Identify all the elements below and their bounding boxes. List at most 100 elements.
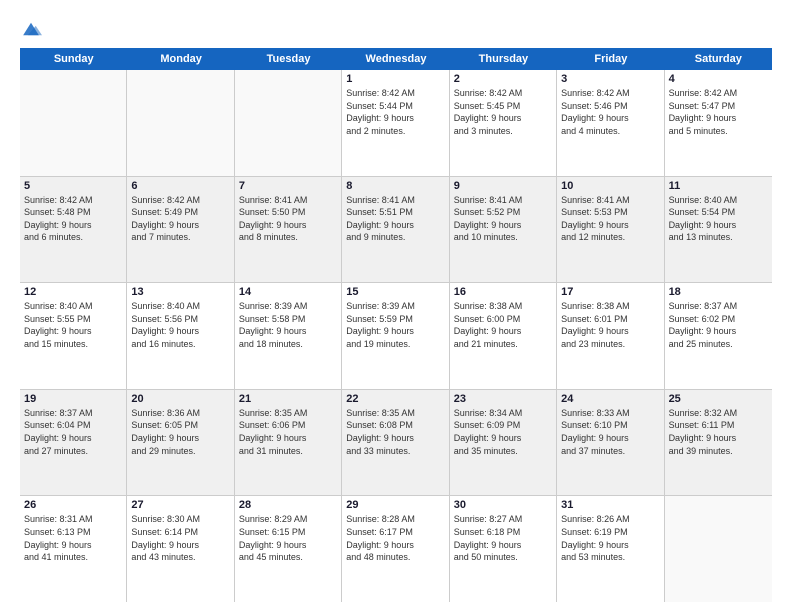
cell-line: Daylight: 9 hours bbox=[561, 325, 659, 338]
cell-line: Sunrise: 8:29 AM bbox=[239, 513, 337, 526]
day-number: 11 bbox=[669, 180, 768, 192]
calendar-cell-2-0: 12Sunrise: 8:40 AMSunset: 5:55 PMDayligh… bbox=[20, 283, 127, 389]
cell-line: Sunrise: 8:41 AM bbox=[454, 194, 552, 207]
calendar-cell-0-0 bbox=[20, 70, 127, 176]
cell-line: and 7 minutes. bbox=[131, 231, 229, 244]
cell-line: Daylight: 9 hours bbox=[346, 112, 444, 125]
calendar-cell-4-3: 29Sunrise: 8:28 AMSunset: 6:17 PMDayligh… bbox=[342, 496, 449, 602]
cell-line: Sunset: 6:01 PM bbox=[561, 313, 659, 326]
cell-line: Daylight: 9 hours bbox=[239, 539, 337, 552]
calendar-header: SundayMondayTuesdayWednesdayThursdayFrid… bbox=[20, 48, 772, 70]
cell-line: Sunset: 5:54 PM bbox=[669, 206, 768, 219]
cell-line: Sunset: 6:08 PM bbox=[346, 419, 444, 432]
cell-line: and 37 minutes. bbox=[561, 445, 659, 458]
cell-line: and 19 minutes. bbox=[346, 338, 444, 351]
calendar-cell-0-3: 1Sunrise: 8:42 AMSunset: 5:44 PMDaylight… bbox=[342, 70, 449, 176]
calendar-cell-4-6 bbox=[665, 496, 772, 602]
day-number: 13 bbox=[131, 286, 229, 298]
cell-line: Sunset: 5:50 PM bbox=[239, 206, 337, 219]
day-number: 9 bbox=[454, 180, 552, 192]
day-number: 22 bbox=[346, 393, 444, 405]
cell-line: Sunset: 5:46 PM bbox=[561, 100, 659, 113]
cell-line: and 41 minutes. bbox=[24, 551, 122, 564]
cell-line: and 5 minutes. bbox=[669, 125, 768, 138]
calendar-cell-0-5: 3Sunrise: 8:42 AMSunset: 5:46 PMDaylight… bbox=[557, 70, 664, 176]
calendar-cell-2-4: 16Sunrise: 8:38 AMSunset: 6:00 PMDayligh… bbox=[450, 283, 557, 389]
calendar-cell-1-4: 9Sunrise: 8:41 AMSunset: 5:52 PMDaylight… bbox=[450, 177, 557, 283]
cell-line: and 9 minutes. bbox=[346, 231, 444, 244]
day-number: 16 bbox=[454, 286, 552, 298]
calendar-cell-1-6: 11Sunrise: 8:40 AMSunset: 5:54 PMDayligh… bbox=[665, 177, 772, 283]
cell-line: Sunset: 6:05 PM bbox=[131, 419, 229, 432]
calendar-cell-3-4: 23Sunrise: 8:34 AMSunset: 6:09 PMDayligh… bbox=[450, 390, 557, 496]
cell-line: Daylight: 9 hours bbox=[454, 112, 552, 125]
cell-line: Sunrise: 8:37 AM bbox=[24, 407, 122, 420]
cell-line: Sunset: 5:51 PM bbox=[346, 206, 444, 219]
day-number: 14 bbox=[239, 286, 337, 298]
calendar-cell-2-3: 15Sunrise: 8:39 AMSunset: 5:59 PMDayligh… bbox=[342, 283, 449, 389]
cell-line: and 27 minutes. bbox=[24, 445, 122, 458]
header-day-thursday: Thursday bbox=[450, 48, 557, 70]
day-number: 24 bbox=[561, 393, 659, 405]
cell-line: and 21 minutes. bbox=[454, 338, 552, 351]
day-number: 20 bbox=[131, 393, 229, 405]
day-number: 5 bbox=[24, 180, 122, 192]
cell-line: Sunset: 6:15 PM bbox=[239, 526, 337, 539]
calendar-cell-0-1 bbox=[127, 70, 234, 176]
calendar-cell-0-2 bbox=[235, 70, 342, 176]
day-number: 21 bbox=[239, 393, 337, 405]
cell-line: Sunset: 6:04 PM bbox=[24, 419, 122, 432]
cell-line: Sunrise: 8:42 AM bbox=[24, 194, 122, 207]
calendar-cell-4-4: 30Sunrise: 8:27 AMSunset: 6:18 PMDayligh… bbox=[450, 496, 557, 602]
cell-line: Sunrise: 8:42 AM bbox=[669, 87, 768, 100]
cell-line: Sunset: 6:18 PM bbox=[454, 526, 552, 539]
cell-line: Daylight: 9 hours bbox=[454, 219, 552, 232]
calendar-body: 1Sunrise: 8:42 AMSunset: 5:44 PMDaylight… bbox=[20, 70, 772, 602]
cell-line: and 18 minutes. bbox=[239, 338, 337, 351]
cell-line: Sunset: 6:00 PM bbox=[454, 313, 552, 326]
cell-line: Sunrise: 8:38 AM bbox=[454, 300, 552, 313]
cell-line: Daylight: 9 hours bbox=[346, 539, 444, 552]
cell-line: Daylight: 9 hours bbox=[346, 432, 444, 445]
calendar-cell-4-2: 28Sunrise: 8:29 AMSunset: 6:15 PMDayligh… bbox=[235, 496, 342, 602]
cell-line: Sunrise: 8:41 AM bbox=[346, 194, 444, 207]
cell-line: Sunset: 6:13 PM bbox=[24, 526, 122, 539]
cell-line: Sunrise: 8:33 AM bbox=[561, 407, 659, 420]
calendar-cell-2-1: 13Sunrise: 8:40 AMSunset: 5:56 PMDayligh… bbox=[127, 283, 234, 389]
logo-icon bbox=[20, 18, 42, 40]
cell-line: Daylight: 9 hours bbox=[561, 112, 659, 125]
cell-line: Daylight: 9 hours bbox=[561, 432, 659, 445]
cell-line: Sunset: 5:49 PM bbox=[131, 206, 229, 219]
cell-line: Sunset: 5:44 PM bbox=[346, 100, 444, 113]
calendar-cell-2-6: 18Sunrise: 8:37 AMSunset: 6:02 PMDayligh… bbox=[665, 283, 772, 389]
cell-line: Sunrise: 8:31 AM bbox=[24, 513, 122, 526]
cell-line: Daylight: 9 hours bbox=[561, 219, 659, 232]
day-number: 23 bbox=[454, 393, 552, 405]
cell-line: Sunrise: 8:42 AM bbox=[561, 87, 659, 100]
cell-line: and 39 minutes. bbox=[669, 445, 768, 458]
day-number: 7 bbox=[239, 180, 337, 192]
day-number: 17 bbox=[561, 286, 659, 298]
cell-line: and 16 minutes. bbox=[131, 338, 229, 351]
header-day-tuesday: Tuesday bbox=[235, 48, 342, 70]
cell-line: and 31 minutes. bbox=[239, 445, 337, 458]
calendar-cell-3-5: 24Sunrise: 8:33 AMSunset: 6:10 PMDayligh… bbox=[557, 390, 664, 496]
cell-line: Daylight: 9 hours bbox=[24, 432, 122, 445]
header-day-friday: Friday bbox=[557, 48, 664, 70]
calendar-cell-1-5: 10Sunrise: 8:41 AMSunset: 5:53 PMDayligh… bbox=[557, 177, 664, 283]
cell-line: Sunrise: 8:42 AM bbox=[454, 87, 552, 100]
calendar-row-3: 19Sunrise: 8:37 AMSunset: 6:04 PMDayligh… bbox=[20, 390, 772, 497]
cell-line: Sunrise: 8:35 AM bbox=[239, 407, 337, 420]
cell-line: Daylight: 9 hours bbox=[669, 112, 768, 125]
cell-line: and 3 minutes. bbox=[454, 125, 552, 138]
calendar-cell-3-3: 22Sunrise: 8:35 AMSunset: 6:08 PMDayligh… bbox=[342, 390, 449, 496]
cell-line: and 4 minutes. bbox=[561, 125, 659, 138]
cell-line: and 50 minutes. bbox=[454, 551, 552, 564]
cell-line: Sunrise: 8:39 AM bbox=[239, 300, 337, 313]
cell-line: Daylight: 9 hours bbox=[131, 219, 229, 232]
header-day-sunday: Sunday bbox=[20, 48, 127, 70]
cell-line: and 35 minutes. bbox=[454, 445, 552, 458]
day-number: 8 bbox=[346, 180, 444, 192]
cell-line: Daylight: 9 hours bbox=[346, 219, 444, 232]
calendar-cell-4-1: 27Sunrise: 8:30 AMSunset: 6:14 PMDayligh… bbox=[127, 496, 234, 602]
